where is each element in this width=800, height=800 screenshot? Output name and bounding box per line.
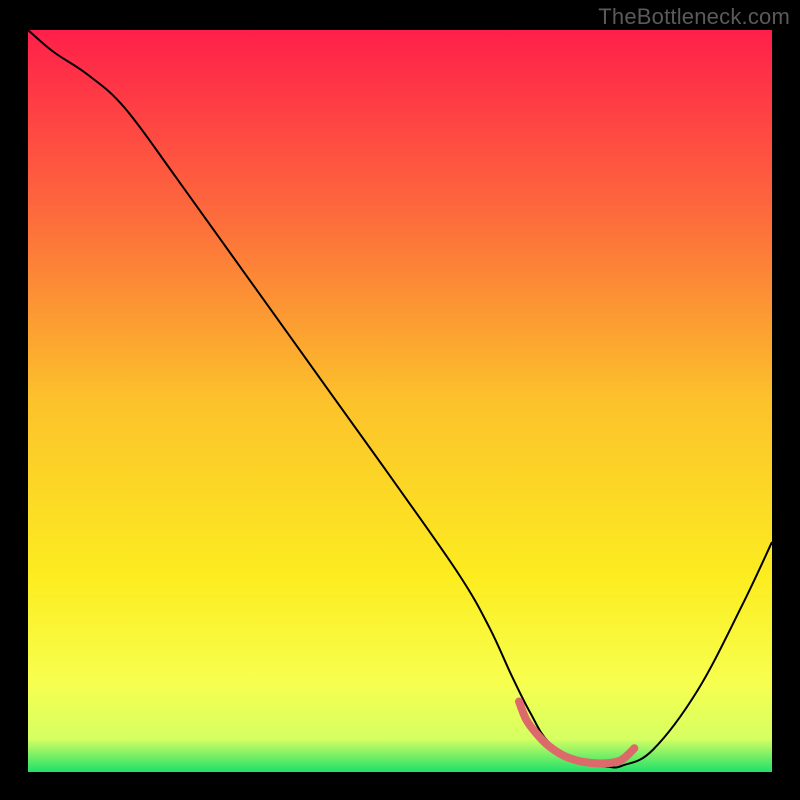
gradient-background [28, 30, 772, 772]
chart-container: TheBottleneck.com [0, 0, 800, 800]
watermark-label: TheBottleneck.com [598, 4, 790, 30]
chart-plot-area [28, 30, 772, 772]
bottleneck-chart [28, 30, 772, 772]
